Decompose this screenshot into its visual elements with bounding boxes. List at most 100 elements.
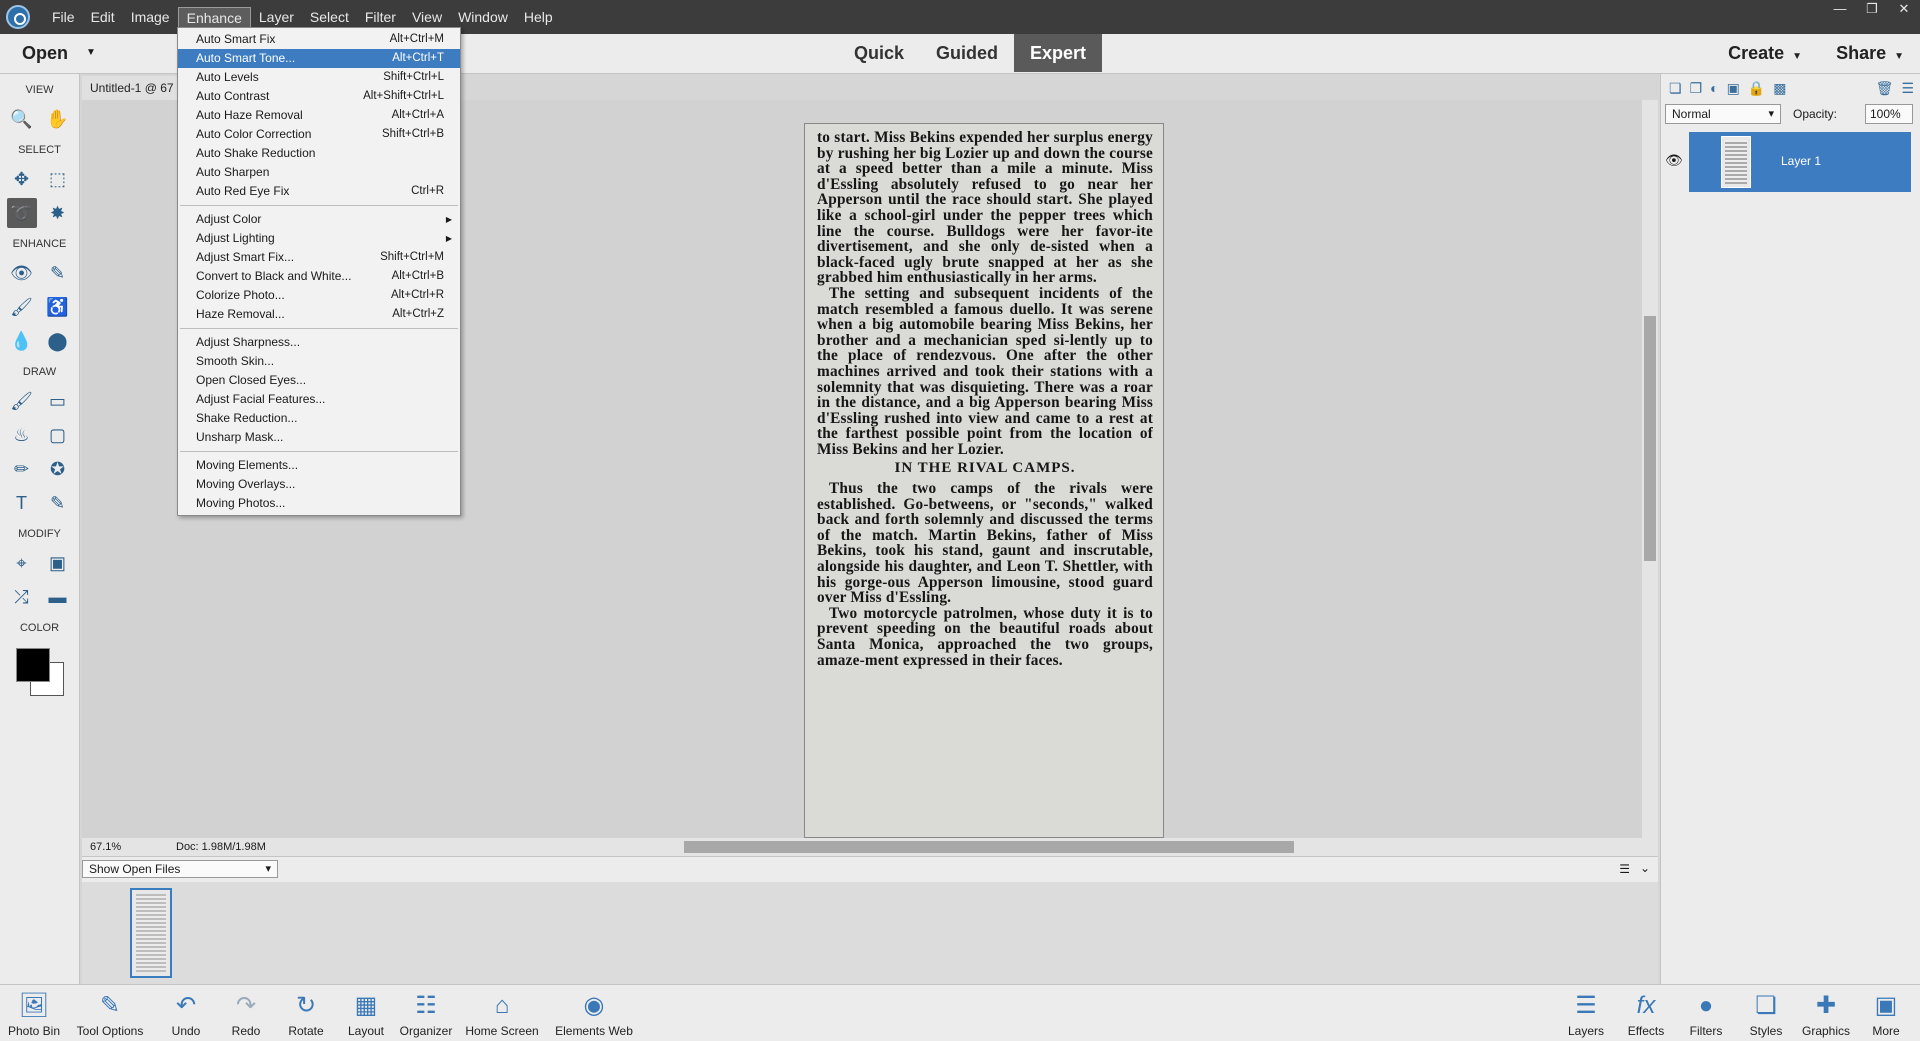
menu-auto-contrast[interactable]: Auto Contrast Alt+Shift+Ctrl+L <box>178 87 460 106</box>
menu-adjust-facial-features[interactable]: Adjust Facial Features... <box>178 390 460 409</box>
zoom-level[interactable]: 67.1% <box>90 841 121 853</box>
layer-row[interactable]: 👁 Layer 1 <box>1661 132 1920 192</box>
opacity-field[interactable]: 100% <box>1865 104 1913 124</box>
menu-auto-shake-reduction[interactable]: Auto Shake Reduction <box>178 144 460 163</box>
marquee-tool-icon[interactable]: ⬚ <box>43 164 73 194</box>
organizer-button[interactable]: ☷ Organizer <box>396 985 456 1041</box>
eyedropper-tool-icon[interactable]: ✏ <box>7 454 37 484</box>
document-tab[interactable]: Untitled-1 @ 67 <box>82 76 182 100</box>
menu-open-closed-eyes[interactable]: Open Closed Eyes... <box>178 371 460 390</box>
blur-tool-icon[interactable]: 💧 <box>7 326 37 356</box>
type-tool-icon[interactable]: T <box>7 488 37 518</box>
minimize-icon[interactable]: — <box>1824 0 1856 20</box>
menu-auto-smart-tone[interactable]: Auto Smart Tone... Alt+Ctrl+T <box>178 49 460 68</box>
menu-help[interactable]: Help <box>516 7 561 29</box>
photo-thumbnail[interactable] <box>130 888 172 978</box>
custom-shape-tool-icon[interactable]: ✪ <box>43 454 73 484</box>
close-icon[interactable]: ✕ <box>1888 0 1920 20</box>
layout-button[interactable]: ▦ Layout <box>336 985 396 1041</box>
menu-auto-haze-removal[interactable]: Auto Haze Removal Alt+Ctrl+A <box>178 106 460 125</box>
menu-adjust-smart-fix[interactable]: Adjust Smart Fix... Shift+Ctrl+M <box>178 248 460 267</box>
menu-file[interactable]: File <box>44 7 83 29</box>
magic-wand-tool-icon[interactable]: ✸ <box>43 198 73 228</box>
graphics-button[interactable]: ✚ Graphics <box>1796 985 1856 1041</box>
menu-enhance[interactable]: Enhance <box>177 7 251 29</box>
red-eye-tool-icon[interactable]: 👁 <box>7 258 37 288</box>
menu-adjust-sharpness[interactable]: Adjust Sharpness... <box>178 333 460 352</box>
menu-colorize-photo[interactable]: Colorize Photo... Alt+Ctrl+R <box>178 286 460 305</box>
undo-button[interactable]: ↶ Undo <box>156 985 216 1041</box>
vertical-scroll-thumb[interactable] <box>1644 316 1656 561</box>
hand-tool-icon[interactable]: ✋ <box>43 104 73 134</box>
eraser-tool-icon[interactable]: ▭ <box>43 386 73 416</box>
open-button[interactable]: Open <box>22 43 68 64</box>
pencil-tool-icon[interactable]: ✎ <box>43 488 73 518</box>
lock-transparency-icon[interactable]: ▩ <box>1773 80 1786 100</box>
menu-auto-red-eye-fix[interactable]: Auto Red Eye Fix Ctrl+R <box>178 182 460 201</box>
menu-view[interactable]: View <box>404 7 450 29</box>
spot-healing-tool-icon[interactable]: ✎ <box>43 258 73 288</box>
layer-item[interactable]: Layer 1 <box>1689 132 1911 192</box>
menu-auto-smart-fix[interactable]: Auto Smart Fix Alt+Ctrl+M <box>178 30 460 49</box>
open-dropdown-icon[interactable]: ▼ <box>86 47 96 58</box>
menu-select[interactable]: Select <box>302 7 357 29</box>
menu-edit[interactable]: Edit <box>83 7 123 29</box>
horizontal-scrollbar[interactable] <box>382 840 1642 854</box>
straighten-tool-icon[interactable]: ▬ <box>43 582 73 612</box>
sponge-tool-icon[interactable]: ⬤ <box>43 326 73 356</box>
menu-unsharp-mask[interactable]: Unsharp Mask... <box>178 428 460 447</box>
restore-icon[interactable]: ❐ <box>1856 0 1888 20</box>
elements-web-button[interactable]: ◉ Elements Web <box>548 985 640 1041</box>
new-layer-icon[interactable]: ❏ <box>1669 80 1682 100</box>
menu-smooth-skin[interactable]: Smooth Skin... <box>178 352 460 371</box>
clone-stamp-tool-icon[interactable]: ♿ <box>43 292 73 322</box>
mode-quick[interactable]: Quick <box>838 34 920 72</box>
create-button[interactable]: Create ▼ <box>1728 43 1802 64</box>
content-aware-move-tool-icon[interactable]: ⤮ <box>7 582 37 612</box>
menu-moving-photos[interactable]: Moving Photos... <box>178 494 460 513</box>
bin-menu-icon[interactable]: ☰ <box>1619 862 1630 876</box>
menu-image[interactable]: Image <box>123 7 178 29</box>
panel-menu-icon[interactable]: ☰ <box>1901 80 1914 100</box>
menu-adjust-lighting[interactable]: Adjust Lighting ▶ <box>178 229 460 248</box>
menu-moving-overlays[interactable]: Moving Overlays... <box>178 475 460 494</box>
menu-window[interactable]: Window <box>450 7 516 29</box>
foreground-color[interactable] <box>15 648 50 682</box>
trash-icon[interactable]: 🗑 <box>1876 80 1894 100</box>
menu-auto-sharpen[interactable]: Auto Sharpen <box>178 163 460 182</box>
gradient-tool-icon[interactable]: ▢ <box>43 420 73 450</box>
menu-auto-color-correction[interactable]: Auto Color Correction Shift+Ctrl+B <box>178 125 460 144</box>
lasso-tool-icon[interactable]: ➰ <box>6 198 37 228</box>
layer-name[interactable]: Layer 1 <box>1781 154 1821 168</box>
rotate-button[interactable]: ↻ Rotate <box>276 985 336 1041</box>
visibility-eye-icon[interactable]: 👁 <box>1665 152 1683 169</box>
horizontal-scroll-thumb[interactable] <box>684 841 1294 853</box>
recompose-tool-icon[interactable]: ▣ <box>43 548 73 578</box>
zoom-tool-icon[interactable]: 🔍 <box>7 104 37 134</box>
filters-button[interactable]: ● Filters <box>1676 985 1736 1041</box>
menu-filter[interactable]: Filter <box>357 7 404 29</box>
more-button[interactable]: ▣ More <box>1856 985 1916 1041</box>
new-group-icon[interactable]: ❐ <box>1690 80 1703 100</box>
menu-adjust-color[interactable]: Adjust Color ▶ <box>178 210 460 229</box>
menu-moving-elements[interactable]: Moving Elements... <box>178 456 460 475</box>
menu-layer[interactable]: Layer <box>251 7 302 29</box>
tool-options-button[interactable]: ✎ Tool Options <box>64 985 156 1041</box>
paint-bucket-tool-icon[interactable]: ♨ <box>7 420 37 450</box>
crop-tool-icon[interactable]: ⌖ <box>7 548 37 578</box>
layer-mask-icon[interactable]: ▣ <box>1727 80 1740 100</box>
styles-button[interactable]: ❏ Styles <box>1736 985 1796 1041</box>
share-button[interactable]: Share ▼ <box>1836 43 1904 64</box>
vertical-scrollbar[interactable] <box>1642 100 1658 838</box>
mode-expert[interactable]: Expert <box>1014 34 1103 72</box>
home-screen-button[interactable]: ⌂ Home Screen <box>456 985 548 1041</box>
adjustment-layer-icon[interactable]: ◐ <box>1710 80 1718 100</box>
redo-button[interactable]: ↷ Redo <box>216 985 276 1041</box>
move-tool-icon[interactable]: ✥ <box>7 164 37 194</box>
lock-icon[interactable]: 🔒 <box>1748 80 1765 100</box>
photo-bin-select[interactable]: Show Open Files <box>82 860 278 878</box>
photo-bin-button[interactable]: 🖼 Photo Bin <box>4 985 64 1041</box>
smart-brush-tool-icon[interactable]: 🖌 <box>7 292 37 322</box>
menu-shake-reduction[interactable]: Shake Reduction... <box>178 409 460 428</box>
mode-guided[interactable]: Guided <box>920 34 1014 72</box>
